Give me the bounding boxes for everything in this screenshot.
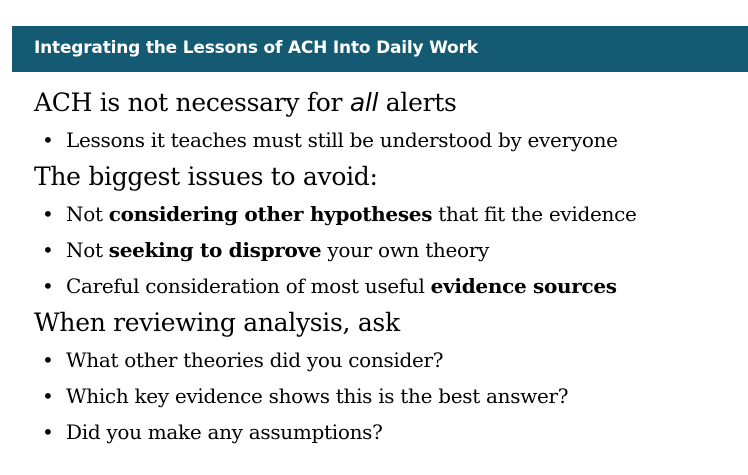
slide-title: Integrating the Lessons of ACH Into Dail…	[34, 38, 478, 58]
bullet-dot: •	[42, 128, 54, 152]
bold-text: evidence sources	[430, 274, 617, 298]
text-run: The biggest issues to avoid:	[34, 162, 378, 191]
text-run: Which key evidence shows this is the bes…	[66, 384, 569, 408]
sub-bullet-item: • Lessons it teaches must still be unders…	[34, 122, 744, 158]
text-run: What other theories did you consider?	[66, 348, 444, 372]
sub-bullet-item: • Which key evidence shows this is the be…	[34, 378, 744, 414]
bullet-dot: •	[42, 274, 54, 298]
italic-text: all	[349, 88, 379, 117]
bullet-list: ACH is not necessary for all alerts • Less…	[34, 84, 744, 450]
sub-bullet-item: • What other theories did you consider?	[34, 342, 744, 378]
title-bar: Integrating the Lessons of ACH Into Dail…	[12, 26, 748, 72]
text-run: your own theory	[321, 238, 490, 262]
bullet-dot: •	[42, 384, 54, 408]
bullet-item: The biggest issues to avoid:	[34, 158, 744, 196]
bold-text: considering other hypotheses	[108, 202, 433, 226]
text-run: that fit the evidence	[432, 202, 637, 226]
text-run: Did you make any assumptions?	[66, 420, 383, 444]
slide: Integrating the Lessons of ACH Into Dail…	[0, 0, 748, 475]
bullet-dot: •	[42, 238, 54, 262]
bullet-item: When reviewing analysis, ask	[34, 304, 744, 342]
bold-text: seeking to disprove	[108, 238, 322, 262]
text-run: Lessons it teaches must still be underst…	[66, 128, 618, 152]
bullet-dot: •	[42, 348, 54, 372]
sub-bullet-item: • Not considering other hypotheses that f…	[34, 196, 744, 232]
text-run: When reviewing analysis, ask	[34, 308, 400, 337]
text-run: ACH is not necessary for	[34, 88, 350, 117]
bullet-dot: •	[42, 420, 54, 444]
bullet-dot: •	[42, 202, 54, 226]
text-run: Not	[66, 202, 109, 226]
text-run: alerts	[378, 88, 457, 117]
text-run: Careful consideration of most useful	[66, 274, 431, 298]
bullet-item: ACH is not necessary for all alerts	[34, 84, 744, 122]
text-run: Not	[66, 238, 109, 262]
sub-bullet-item: • Careful consideration of most useful ev…	[34, 268, 744, 304]
sub-bullet-item: • Did you make any assumptions?	[34, 414, 744, 450]
sub-bullet-item: • Not seeking to disprove your own theory	[34, 232, 744, 268]
